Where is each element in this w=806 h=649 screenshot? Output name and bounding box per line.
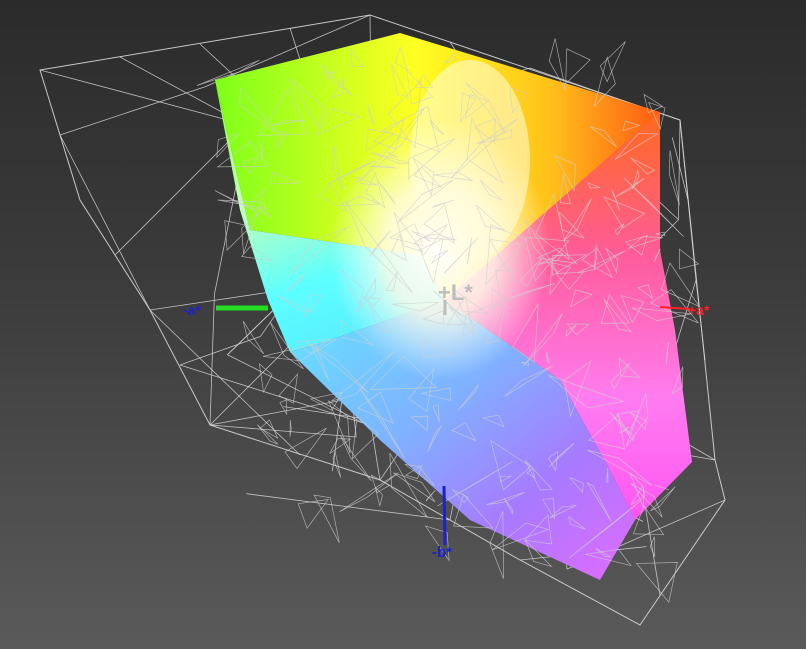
- mesh-triangle: [565, 48, 591, 85]
- wireframe-edge: [209, 294, 215, 426]
- wireframe-edge: [59, 86, 206, 136]
- mesh-triangle: [340, 435, 372, 482]
- mesh-triangle: [332, 451, 342, 478]
- gamut-3d-view[interactable]: +L* -a* +a* -b*: [0, 0, 806, 649]
- measured-gamut-solid: [215, 33, 692, 580]
- axis-label-minus-a: -a*: [183, 302, 201, 318]
- wireframe-edge: [695, 279, 706, 361]
- axis-label-plus-L: +L*: [438, 280, 473, 305]
- wireframe-edge: [59, 134, 151, 311]
- axis-b-negative-line: [442, 485, 447, 546]
- wireframe-edge: [209, 424, 357, 438]
- mesh-triangle: [258, 363, 273, 394]
- axis-label-minus-b: -b*: [432, 544, 452, 561]
- mesh-triangle: [313, 494, 340, 543]
- mesh-triangle: [635, 562, 678, 603]
- axis-label-plus-a: +a*: [688, 302, 710, 318]
- mesh-triangle: [242, 320, 265, 355]
- mesh-triangle: [679, 248, 700, 270]
- wireframe-edge: [331, 393, 344, 472]
- mesh-triangle: [289, 419, 292, 437]
